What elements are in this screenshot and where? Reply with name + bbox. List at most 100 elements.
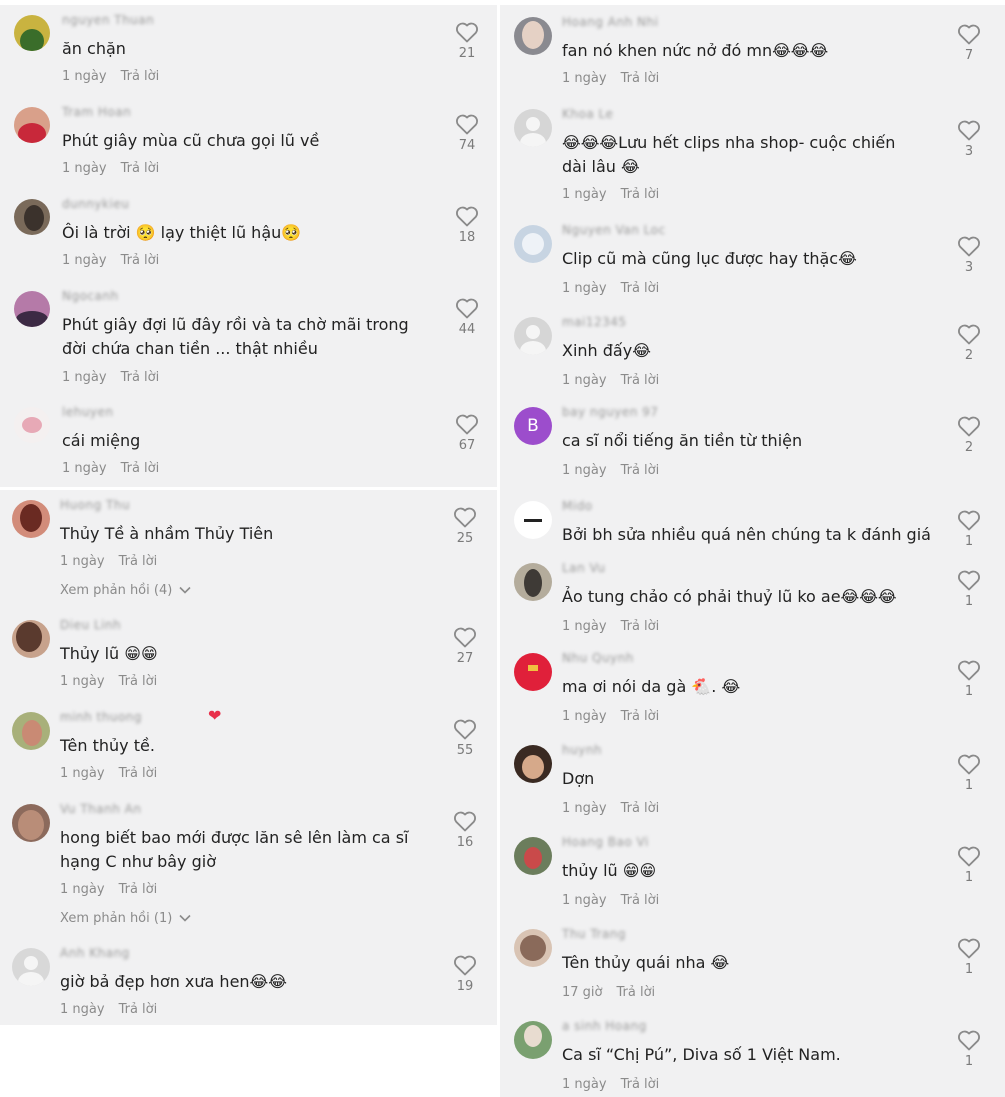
- like-button[interactable]: 1: [955, 1029, 983, 1069]
- view-replies-button[interactable]: Xem phản hồi (1): [60, 911, 192, 926]
- reply-button[interactable]: Trả lời: [621, 373, 660, 388]
- reply-button[interactable]: Trả lời: [621, 463, 660, 478]
- avatar[interactable]: [514, 837, 552, 875]
- like-button[interactable]: 2: [955, 323, 983, 363]
- reply-button[interactable]: Trả lời: [621, 709, 660, 724]
- avatar[interactable]: [14, 15, 50, 51]
- like-button[interactable]: 7: [955, 23, 983, 63]
- username[interactable]: Huong Thu: [60, 498, 130, 512]
- reply-button[interactable]: Trả lời: [621, 619, 660, 634]
- username[interactable]: Lan Vu: [562, 561, 605, 575]
- like-button[interactable]: 44: [453, 297, 481, 337]
- comment-item: huynh Dợn 1 ngày Trả lời 1: [500, 743, 1005, 825]
- like-button[interactable]: 1: [955, 659, 983, 699]
- avatar[interactable]: [14, 407, 50, 443]
- reply-button[interactable]: Trả lời: [121, 253, 160, 268]
- like-button[interactable]: 1: [955, 753, 983, 793]
- username[interactable]: Nhu Quynh: [562, 651, 634, 665]
- avatar[interactable]: [14, 291, 50, 327]
- avatar[interactable]: [514, 317, 552, 355]
- avatar[interactable]: [12, 500, 50, 538]
- like-button[interactable]: 1: [955, 937, 983, 977]
- avatar[interactable]: [514, 1021, 552, 1059]
- heart-outline-icon: [958, 236, 980, 257]
- avatar[interactable]: [14, 107, 50, 143]
- username[interactable]: dunnykieu: [62, 197, 129, 211]
- reply-button[interactable]: Trả lời: [119, 554, 158, 569]
- comment-meta: 1 ngày Trả lời: [562, 1077, 659, 1092]
- username[interactable]: Nguyen Van Loc: [562, 223, 666, 237]
- avatar[interactable]: [514, 109, 552, 147]
- username[interactable]: nguyen Thuan: [62, 13, 154, 27]
- comment-time: 1 ngày: [62, 161, 107, 176]
- heart-outline-icon: [456, 206, 478, 227]
- like-button[interactable]: 1: [955, 845, 983, 885]
- reply-button[interactable]: Trả lời: [621, 801, 660, 816]
- like-count: 16: [456, 835, 474, 850]
- username[interactable]: Khoa Le: [562, 107, 613, 121]
- reply-button[interactable]: Trả lời: [621, 1077, 660, 1092]
- username[interactable]: lehuyen: [62, 405, 114, 419]
- avatar[interactable]: [12, 804, 50, 842]
- like-button[interactable]: 3: [955, 235, 983, 275]
- comment-meta: 1 ngày Trả lời: [562, 463, 659, 478]
- like-button[interactable]: 19: [451, 954, 479, 994]
- like-button[interactable]: 25: [451, 506, 479, 546]
- reply-button[interactable]: Trả lời: [621, 71, 660, 86]
- like-button[interactable]: 67: [453, 413, 481, 453]
- reply-button[interactable]: Trả lời: [121, 461, 160, 476]
- like-button[interactable]: 74: [453, 113, 481, 153]
- username[interactable]: Hoang Anh Nhi: [562, 15, 658, 29]
- reply-button[interactable]: Trả lời: [119, 1002, 158, 1017]
- like-button[interactable]: 27: [451, 626, 479, 666]
- reply-button[interactable]: Trả lời: [121, 69, 160, 84]
- reply-button[interactable]: Trả lời: [621, 281, 660, 296]
- username[interactable]: Anh Khang: [60, 946, 130, 960]
- username[interactable]: Tram Hoan: [62, 105, 131, 119]
- username[interactable]: huynh: [562, 743, 602, 757]
- avatar[interactable]: [514, 17, 552, 55]
- like-button[interactable]: 1: [955, 509, 983, 549]
- comment-item: mai12345 Xinh đấy😂 1 ngày Trả lời 2: [500, 315, 1005, 397]
- username[interactable]: Dieu Linh: [60, 618, 121, 632]
- reply-button[interactable]: Trả lời: [121, 370, 160, 385]
- avatar[interactable]: [514, 929, 552, 967]
- like-button[interactable]: 1: [955, 569, 983, 609]
- reply-button[interactable]: Trả lời: [621, 187, 660, 202]
- reply-button[interactable]: Trả lời: [617, 985, 656, 1000]
- avatar[interactable]: [12, 948, 50, 986]
- username[interactable]: Hoang Bao Vi: [562, 835, 649, 849]
- comments-panel-right: Hoang Anh Nhi fan nó khen nức nở đó mn😂😂…: [500, 5, 1005, 1097]
- heart-outline-icon: [456, 22, 478, 43]
- comment-text: Phút giây đợi lũ đây rồi và ta chờ mãi t…: [62, 315, 409, 358]
- view-replies-button[interactable]: Xem phản hồi (4): [60, 583, 192, 598]
- avatar[interactable]: [514, 745, 552, 783]
- username[interactable]: bay nguyen 97: [562, 405, 658, 419]
- like-button[interactable]: 55: [451, 718, 479, 758]
- username[interactable]: Mido: [562, 499, 593, 513]
- avatar[interactable]: [12, 712, 50, 750]
- like-button[interactable]: 18: [453, 205, 481, 245]
- username[interactable]: minh thuong: [60, 710, 142, 724]
- avatar[interactable]: [514, 653, 552, 691]
- reply-button[interactable]: Trả lời: [121, 161, 160, 176]
- avatar[interactable]: [514, 501, 552, 539]
- like-button[interactable]: 2: [955, 415, 983, 455]
- username[interactable]: Ngocanh: [62, 289, 119, 303]
- avatar[interactable]: [514, 563, 552, 601]
- reply-button[interactable]: Trả lời: [119, 766, 158, 781]
- avatar[interactable]: B: [514, 407, 552, 445]
- like-button[interactable]: 3: [955, 119, 983, 159]
- username[interactable]: a sinh Hoang: [562, 1019, 647, 1033]
- username[interactable]: Vu Thanh An: [60, 802, 141, 816]
- avatar[interactable]: [12, 620, 50, 658]
- username[interactable]: mai12345: [562, 315, 627, 329]
- avatar[interactable]: [514, 225, 552, 263]
- reply-button[interactable]: Trả lời: [119, 674, 158, 689]
- avatar[interactable]: [14, 199, 50, 235]
- reply-button[interactable]: Trả lời: [621, 893, 660, 908]
- reply-button[interactable]: Trả lời: [119, 882, 158, 897]
- like-button[interactable]: 21: [453, 21, 481, 61]
- username[interactable]: Thu Trang: [562, 927, 626, 941]
- like-button[interactable]: 16: [451, 810, 479, 850]
